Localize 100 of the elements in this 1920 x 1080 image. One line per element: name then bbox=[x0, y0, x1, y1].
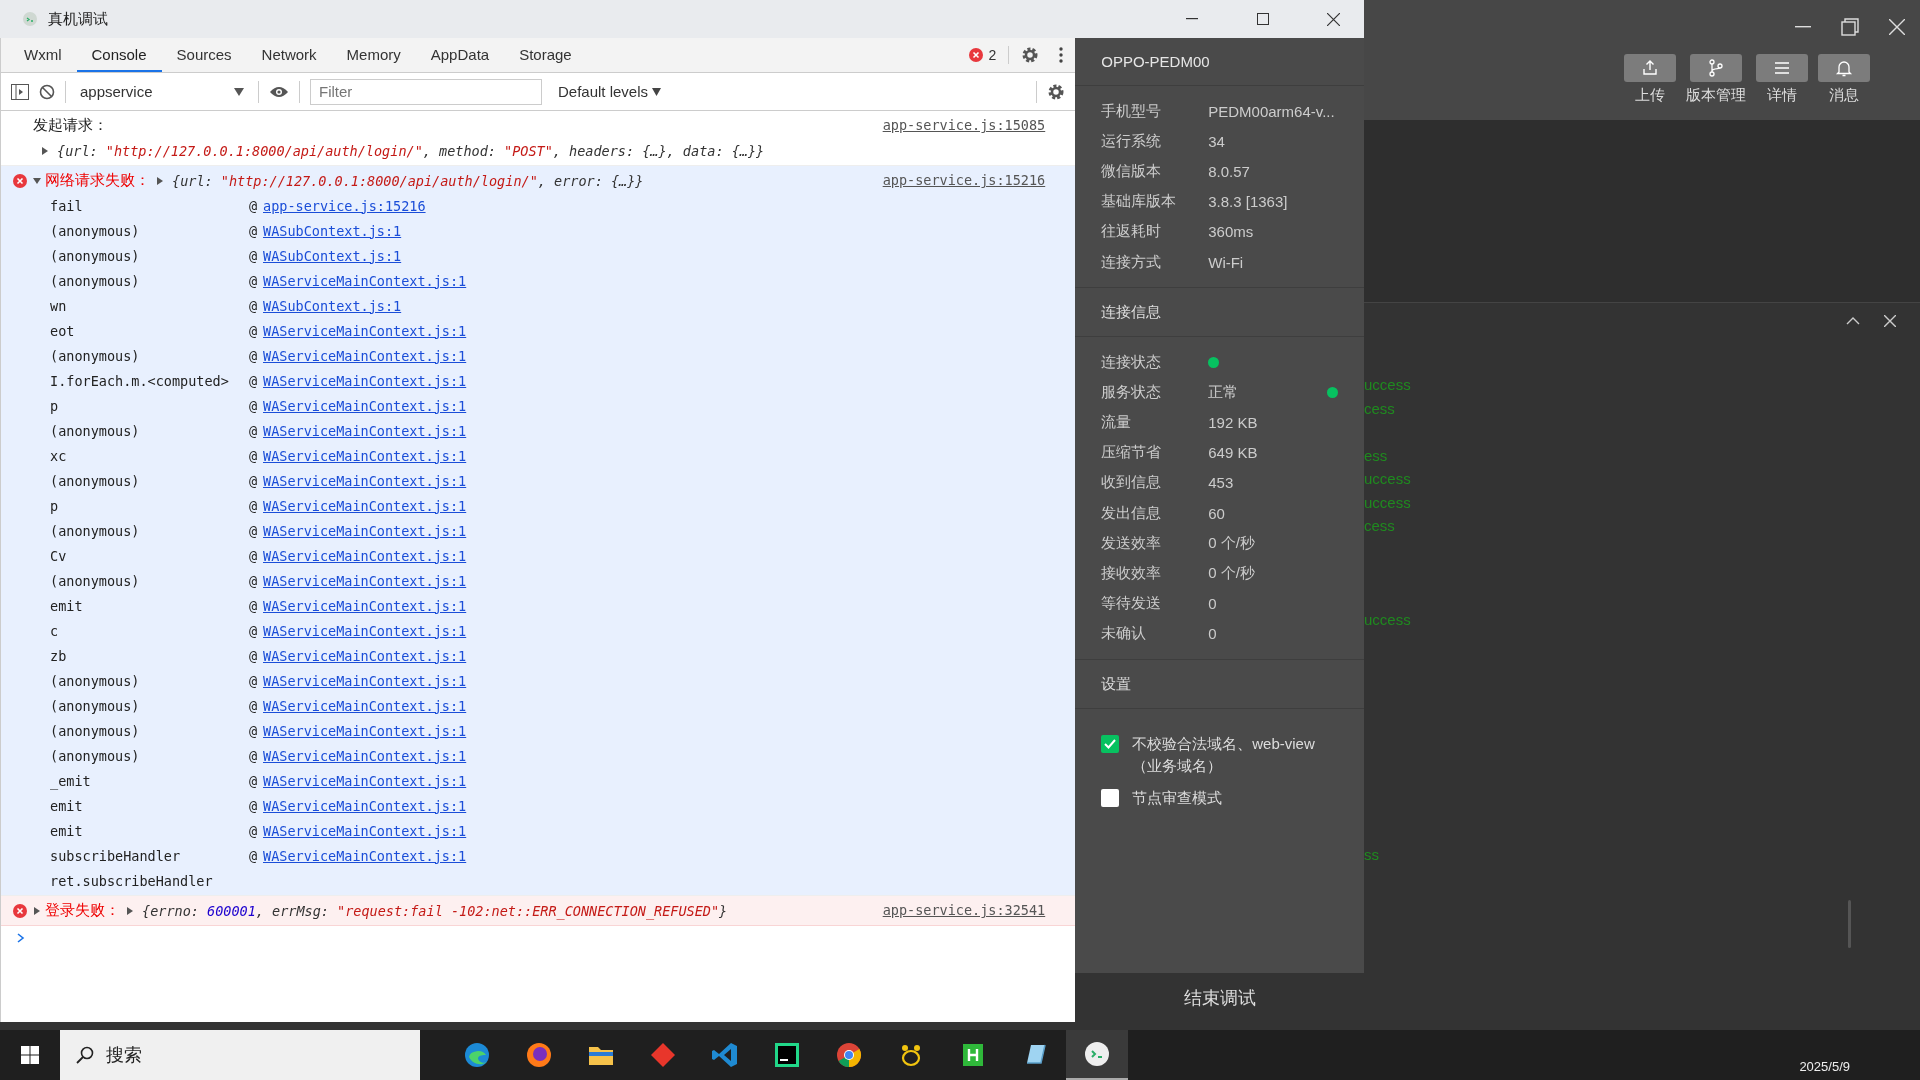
stack-link[interactable]: WAServiceMainContext.js:1 bbox=[263, 747, 467, 764]
stack-link[interactable]: WAServiceMainContext.js:1 bbox=[263, 847, 467, 864]
object-preview[interactable]: {url: "http://127.0.0.1:8000/api/auth/login/", error: {…}} bbox=[172, 172, 644, 189]
stack-link[interactable]: WAServiceMainContext.js:1 bbox=[263, 472, 467, 489]
source-link[interactable]: app-service.js:15216 bbox=[882, 172, 1046, 188]
stack-link[interactable]: WAServiceMainContext.js:1 bbox=[263, 822, 467, 839]
app-icon bbox=[773, 1041, 801, 1069]
toolbar-button[interactable]: 消息 bbox=[1818, 54, 1870, 105]
source-link[interactable]: app-service.js:15085 bbox=[882, 117, 1046, 133]
info-value: 34 bbox=[1208, 132, 1226, 150]
expanded-triangle-icon[interactable] bbox=[33, 176, 41, 185]
collapsed-triangle-icon[interactable] bbox=[126, 906, 134, 915]
windows-start-icon[interactable] bbox=[21, 1046, 39, 1064]
context-dropdown[interactable]: appservice bbox=[76, 83, 248, 100]
filter-field[interactable]: Filter bbox=[310, 78, 542, 105]
restore-icon[interactable] bbox=[1840, 18, 1859, 36]
at-sign: @ bbox=[249, 847, 259, 864]
devtools-tab[interactable]: AppData bbox=[415, 38, 505, 72]
app-icon bbox=[1083, 1040, 1111, 1068]
checkbox[interactable] bbox=[1101, 735, 1120, 753]
stack-link[interactable]: app-service.js:15216 bbox=[263, 197, 426, 214]
at-sign: @ bbox=[249, 672, 259, 689]
at-sign: @ bbox=[249, 297, 259, 314]
stack-link[interactable]: WAServiceMainContext.js:1 bbox=[263, 347, 467, 364]
settings-icon[interactable] bbox=[1021, 46, 1040, 64]
error-count[interactable]: 2 bbox=[988, 47, 997, 63]
sidebar-toggle-icon[interactable] bbox=[11, 83, 29, 100]
stack-link[interactable]: WAServiceMainContext.js:1 bbox=[263, 597, 467, 614]
info-label: 微信版本 bbox=[1101, 161, 1163, 181]
stack-function: (anonymous) bbox=[50, 747, 141, 764]
at-sign: @ bbox=[249, 722, 259, 739]
stack-link[interactable]: WASubContext.js:1 bbox=[263, 247, 402, 264]
stack-link[interactable]: WASubContext.js:1 bbox=[263, 297, 402, 314]
info-label: 服务状态 bbox=[1101, 382, 1163, 402]
stack-link[interactable]: WAServiceMainContext.js:1 bbox=[263, 672, 467, 689]
maximize-icon[interactable] bbox=[1256, 13, 1269, 25]
log-line: uccess bbox=[1364, 470, 1412, 489]
prompt-chevron-icon bbox=[17, 933, 25, 943]
stack-link[interactable]: WAServiceMainContext.js:1 bbox=[263, 422, 467, 439]
log-levels-dropdown[interactable]: Default levels bbox=[552, 82, 668, 101]
devtools-tab[interactable]: Memory bbox=[331, 38, 416, 72]
stack-link[interactable]: WAServiceMainContext.js:1 bbox=[263, 272, 467, 289]
stack-link[interactable]: WAServiceMainContext.js:1 bbox=[263, 547, 467, 564]
at-sign: @ bbox=[249, 522, 259, 539]
stack-link[interactable]: WAServiceMainContext.js:1 bbox=[263, 647, 467, 664]
stack-link[interactable]: WAServiceMainContext.js:1 bbox=[263, 622, 467, 639]
object-preview[interactable]: {url: "http://127.0.0.1:8000/api/auth/login/", method: "POST", headers: {…}, data: {…}} bbox=[57, 142, 765, 159]
toolbar-button[interactable]: 详情 bbox=[1756, 54, 1808, 105]
toolbar-button[interactable]: 上传 bbox=[1624, 54, 1676, 105]
stack-link[interactable]: WAServiceMainContext.js:1 bbox=[263, 772, 467, 789]
end-debug-button[interactable]: 结束调试 bbox=[1075, 973, 1364, 1022]
stack-function: subscribeHandler bbox=[50, 847, 182, 864]
info-value: 0 bbox=[1208, 625, 1218, 643]
at-sign: @ bbox=[249, 347, 259, 364]
stack-link[interactable]: WAServiceMainContext.js:1 bbox=[263, 572, 467, 589]
chevron-up-icon[interactable] bbox=[1846, 317, 1860, 325]
devtools-tab[interactable]: Network bbox=[246, 38, 332, 72]
stack-link[interactable]: WAServiceMainContext.js:1 bbox=[263, 397, 467, 414]
minimize-icon[interactable] bbox=[1794, 26, 1811, 28]
stack-link[interactable]: WAServiceMainContext.js:1 bbox=[263, 722, 467, 739]
stack-function: (anonymous) bbox=[50, 247, 141, 264]
toolbar-button[interactable]: 版本管理 bbox=[1686, 54, 1746, 105]
at-sign: @ bbox=[249, 447, 259, 464]
collapsed-triangle-icon[interactable] bbox=[41, 146, 49, 155]
stack-link[interactable]: WAServiceMainContext.js:1 bbox=[263, 522, 467, 539]
collapsed-triangle-icon[interactable] bbox=[33, 906, 41, 915]
stack-link[interactable]: WAServiceMainContext.js:1 bbox=[263, 497, 467, 514]
stack-link[interactable]: WASubContext.js:1 bbox=[263, 222, 402, 239]
log-line: uccess bbox=[1364, 376, 1412, 395]
stack-function: c bbox=[50, 622, 60, 639]
stack-function: fail bbox=[50, 197, 84, 214]
stack-function: _emit bbox=[50, 772, 92, 789]
at-sign: @ bbox=[249, 397, 259, 414]
info-value: 0 个/秒 bbox=[1208, 533, 1256, 553]
devtools-tab[interactable]: Wxml bbox=[9, 38, 77, 72]
eye-icon[interactable] bbox=[269, 84, 289, 99]
object-preview[interactable]: {errno: 600001, errMsg: "request:fail -102:net::ERR_CONNECTION_REFUSED"} bbox=[142, 902, 728, 919]
taskbar-search[interactable]: 搜索 bbox=[60, 1030, 420, 1080]
scrollbar-thumb[interactable] bbox=[1848, 900, 1851, 948]
minimize-icon[interactable] bbox=[1185, 18, 1198, 20]
stack-link[interactable]: WAServiceMainContext.js:1 bbox=[263, 322, 467, 339]
close-icon[interactable] bbox=[1327, 12, 1340, 26]
info-label: 流量 bbox=[1101, 413, 1133, 433]
stack-function: (anonymous) bbox=[50, 272, 141, 289]
checkbox[interactable] bbox=[1101, 789, 1120, 807]
clear-console-icon[interactable] bbox=[39, 83, 55, 100]
stack-link[interactable]: WAServiceMainContext.js:1 bbox=[263, 697, 467, 714]
more-menu-icon[interactable] bbox=[1059, 47, 1064, 63]
stack-link[interactable]: WAServiceMainContext.js:1 bbox=[263, 372, 467, 389]
at-sign: @ bbox=[249, 372, 259, 389]
taskbar-app[interactable] bbox=[1066, 1030, 1128, 1080]
devtools-tab[interactable]: Storage bbox=[504, 38, 587, 72]
stack-link[interactable]: WAServiceMainContext.js:1 bbox=[263, 447, 467, 464]
info-value: Wi-Fi bbox=[1208, 253, 1245, 271]
app-icon bbox=[463, 1041, 491, 1069]
settings-icon[interactable] bbox=[1047, 82, 1066, 101]
collapsed-triangle-icon[interactable] bbox=[156, 176, 164, 185]
source-link[interactable]: app-service.js:32541 bbox=[882, 902, 1046, 918]
devtools-tab[interactable]: Sources bbox=[161, 38, 247, 72]
stack-link[interactable]: WAServiceMainContext.js:1 bbox=[263, 797, 467, 814]
